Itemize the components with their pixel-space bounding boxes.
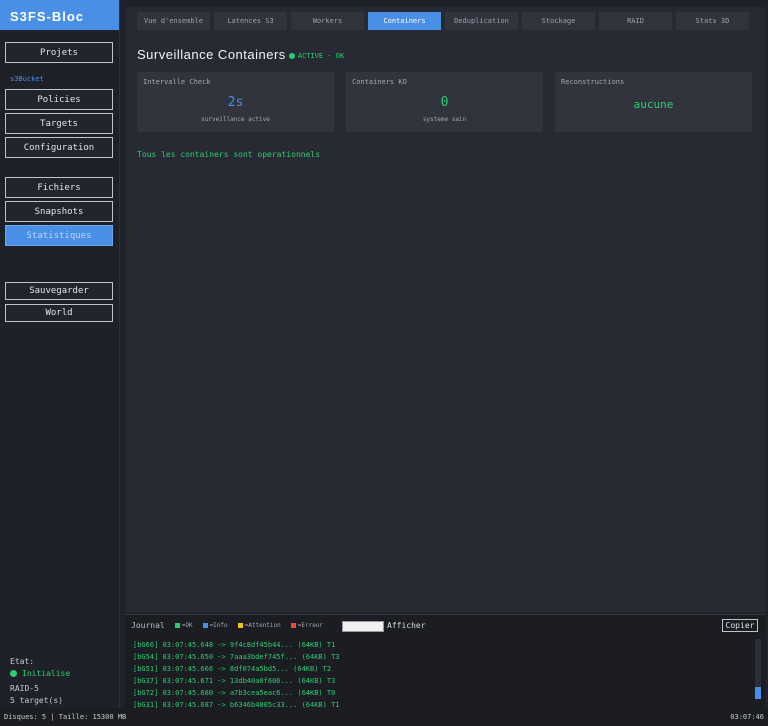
sidebar: S3FS-Bloc Projets s3Bucket Policies Targ… <box>0 0 120 708</box>
tab-stats-3d[interactable]: Stats 3D <box>676 12 749 30</box>
tab-raid[interactable]: RAID <box>599 12 672 30</box>
status-label: Etat: <box>10 657 35 666</box>
main-panel: Vue d'ensemble Latences S3 Workers Conta… <box>125 7 765 612</box>
page-title: Surveillance Containers <box>137 47 286 62</box>
statistiques-button[interactable]: Statistiques <box>5 225 113 246</box>
targets-count: 5 target(s) <box>10 696 63 705</box>
status-badge: ACTIVE - OK <box>288 51 345 60</box>
clock: 03:07:46 <box>730 713 764 721</box>
tab-vue-ensemble[interactable]: Vue d'ensemble <box>137 12 210 30</box>
targets-button[interactable]: Targets <box>5 113 113 134</box>
legend-info: =Info <box>202 622 228 629</box>
status-ok-icon <box>10 670 17 677</box>
card-value: 0 <box>440 95 449 110</box>
card-label: Reconstructions <box>561 78 625 86</box>
journal-header: Journal =OK =Info =Attention =Erreur <box>131 621 333 630</box>
status-badge-text: ACTIVE - OK <box>297 51 345 60</box>
journal-log: [bG66] 03:07:45.648 -> 9f4c8df45b44... (… <box>133 639 340 711</box>
log-line: [bG54] 03:07:45.650 -> 7aaa3bdef745f... … <box>133 653 340 661</box>
projets-button[interactable]: Projets <box>5 42 113 63</box>
tab-bar: Vue d'ensemble Latences S3 Workers Conta… <box>137 12 749 30</box>
policies-button[interactable]: Policies <box>5 89 113 110</box>
log-line: [bG37] 03:07:45.671 -> 13db40a0f606... (… <box>133 677 336 685</box>
legend-attention: =Attention <box>237 622 281 629</box>
tab-latences-s3[interactable]: Latences S3 <box>214 12 287 30</box>
erreur-swatch-icon <box>290 623 296 628</box>
journal-panel: Journal =OK =Info =Attention =Erreur Aff… <box>125 614 765 711</box>
card-reconstructions: Reconstructions aucune <box>555 72 752 132</box>
afficher-label: Afficher <box>387 621 426 630</box>
world-button[interactable]: World <box>5 304 113 322</box>
attention-swatch-icon <box>237 623 243 628</box>
legend-erreur: =Erreur <box>290 622 324 629</box>
journal-title: Journal <box>131 621 165 630</box>
raid-level: RAID-5 <box>10 684 39 693</box>
status-dot-icon <box>288 52 295 59</box>
card-subtitle: surveillance active <box>201 116 270 123</box>
disk-info: Disques: 5 | Taille: 15300 MB <box>4 713 127 721</box>
legend-erreur-label: =Erreur <box>297 622 324 629</box>
tab-workers[interactable]: Workers <box>291 12 364 30</box>
legend-info-label: =Info <box>209 622 228 629</box>
tab-stockage[interactable]: Stockage <box>522 12 595 30</box>
legend-attention-label: =Attention <box>244 622 281 629</box>
journal-scrollbar[interactable] <box>755 639 761 699</box>
card-label: Containers KO <box>352 78 407 86</box>
tab-deduplication[interactable]: Deduplication <box>445 12 518 30</box>
card-subtitle: systeme sain <box>422 116 467 123</box>
legend-ok: =OK <box>174 622 193 629</box>
card-intervalle-check: Intervalle Check 2s surveillance active <box>137 72 334 132</box>
status-value: Initialise <box>22 669 71 678</box>
copy-button[interactable]: Copier <box>722 619 758 632</box>
log-line: [bG51] 03:07:45.666 -> 8df074a5bd5... (6… <box>133 665 332 673</box>
configuration-button[interactable]: Configuration <box>5 137 113 158</box>
fichiers-button[interactable]: Fichiers <box>5 177 113 198</box>
log-line: [bG66] 03:07:45.648 -> 9f4c8df45b44... (… <box>133 641 336 649</box>
card-value: aucune <box>633 98 674 111</box>
ok-swatch-icon <box>174 623 180 628</box>
journal-filter-checkbox[interactable] <box>342 621 384 632</box>
scrollbar-thumb[interactable] <box>755 687 761 699</box>
status-message: Tous les containers sont operationnels <box>137 150 321 159</box>
sauvegarder-button[interactable]: Sauvegarder <box>5 282 113 300</box>
bucket-label[interactable]: s3Bucket <box>10 75 44 83</box>
snapshots-button[interactable]: Snapshots <box>5 201 113 222</box>
section-header: Surveillance Containers ACTIVE - OK <box>137 47 344 62</box>
info-swatch-icon <box>202 623 208 628</box>
card-value: 2s <box>227 95 244 110</box>
tab-containers[interactable]: Containers <box>368 12 441 30</box>
card-label: Intervalle Check <box>143 78 211 86</box>
log-line: [bG72] 03:07:45.680 -> a7b3cea5eac6... (… <box>133 689 336 697</box>
status-bar: Disques: 5 | Taille: 15300 MB 03:07:46 <box>0 708 768 726</box>
app-title: S3FS-Bloc <box>0 0 119 30</box>
status-panel: Etat: Initialise RAID-5 5 target(s) <box>10 656 70 707</box>
card-containers-ko: Containers KO 0 systeme sain <box>346 72 543 132</box>
legend-ok-label: =OK <box>181 622 193 629</box>
